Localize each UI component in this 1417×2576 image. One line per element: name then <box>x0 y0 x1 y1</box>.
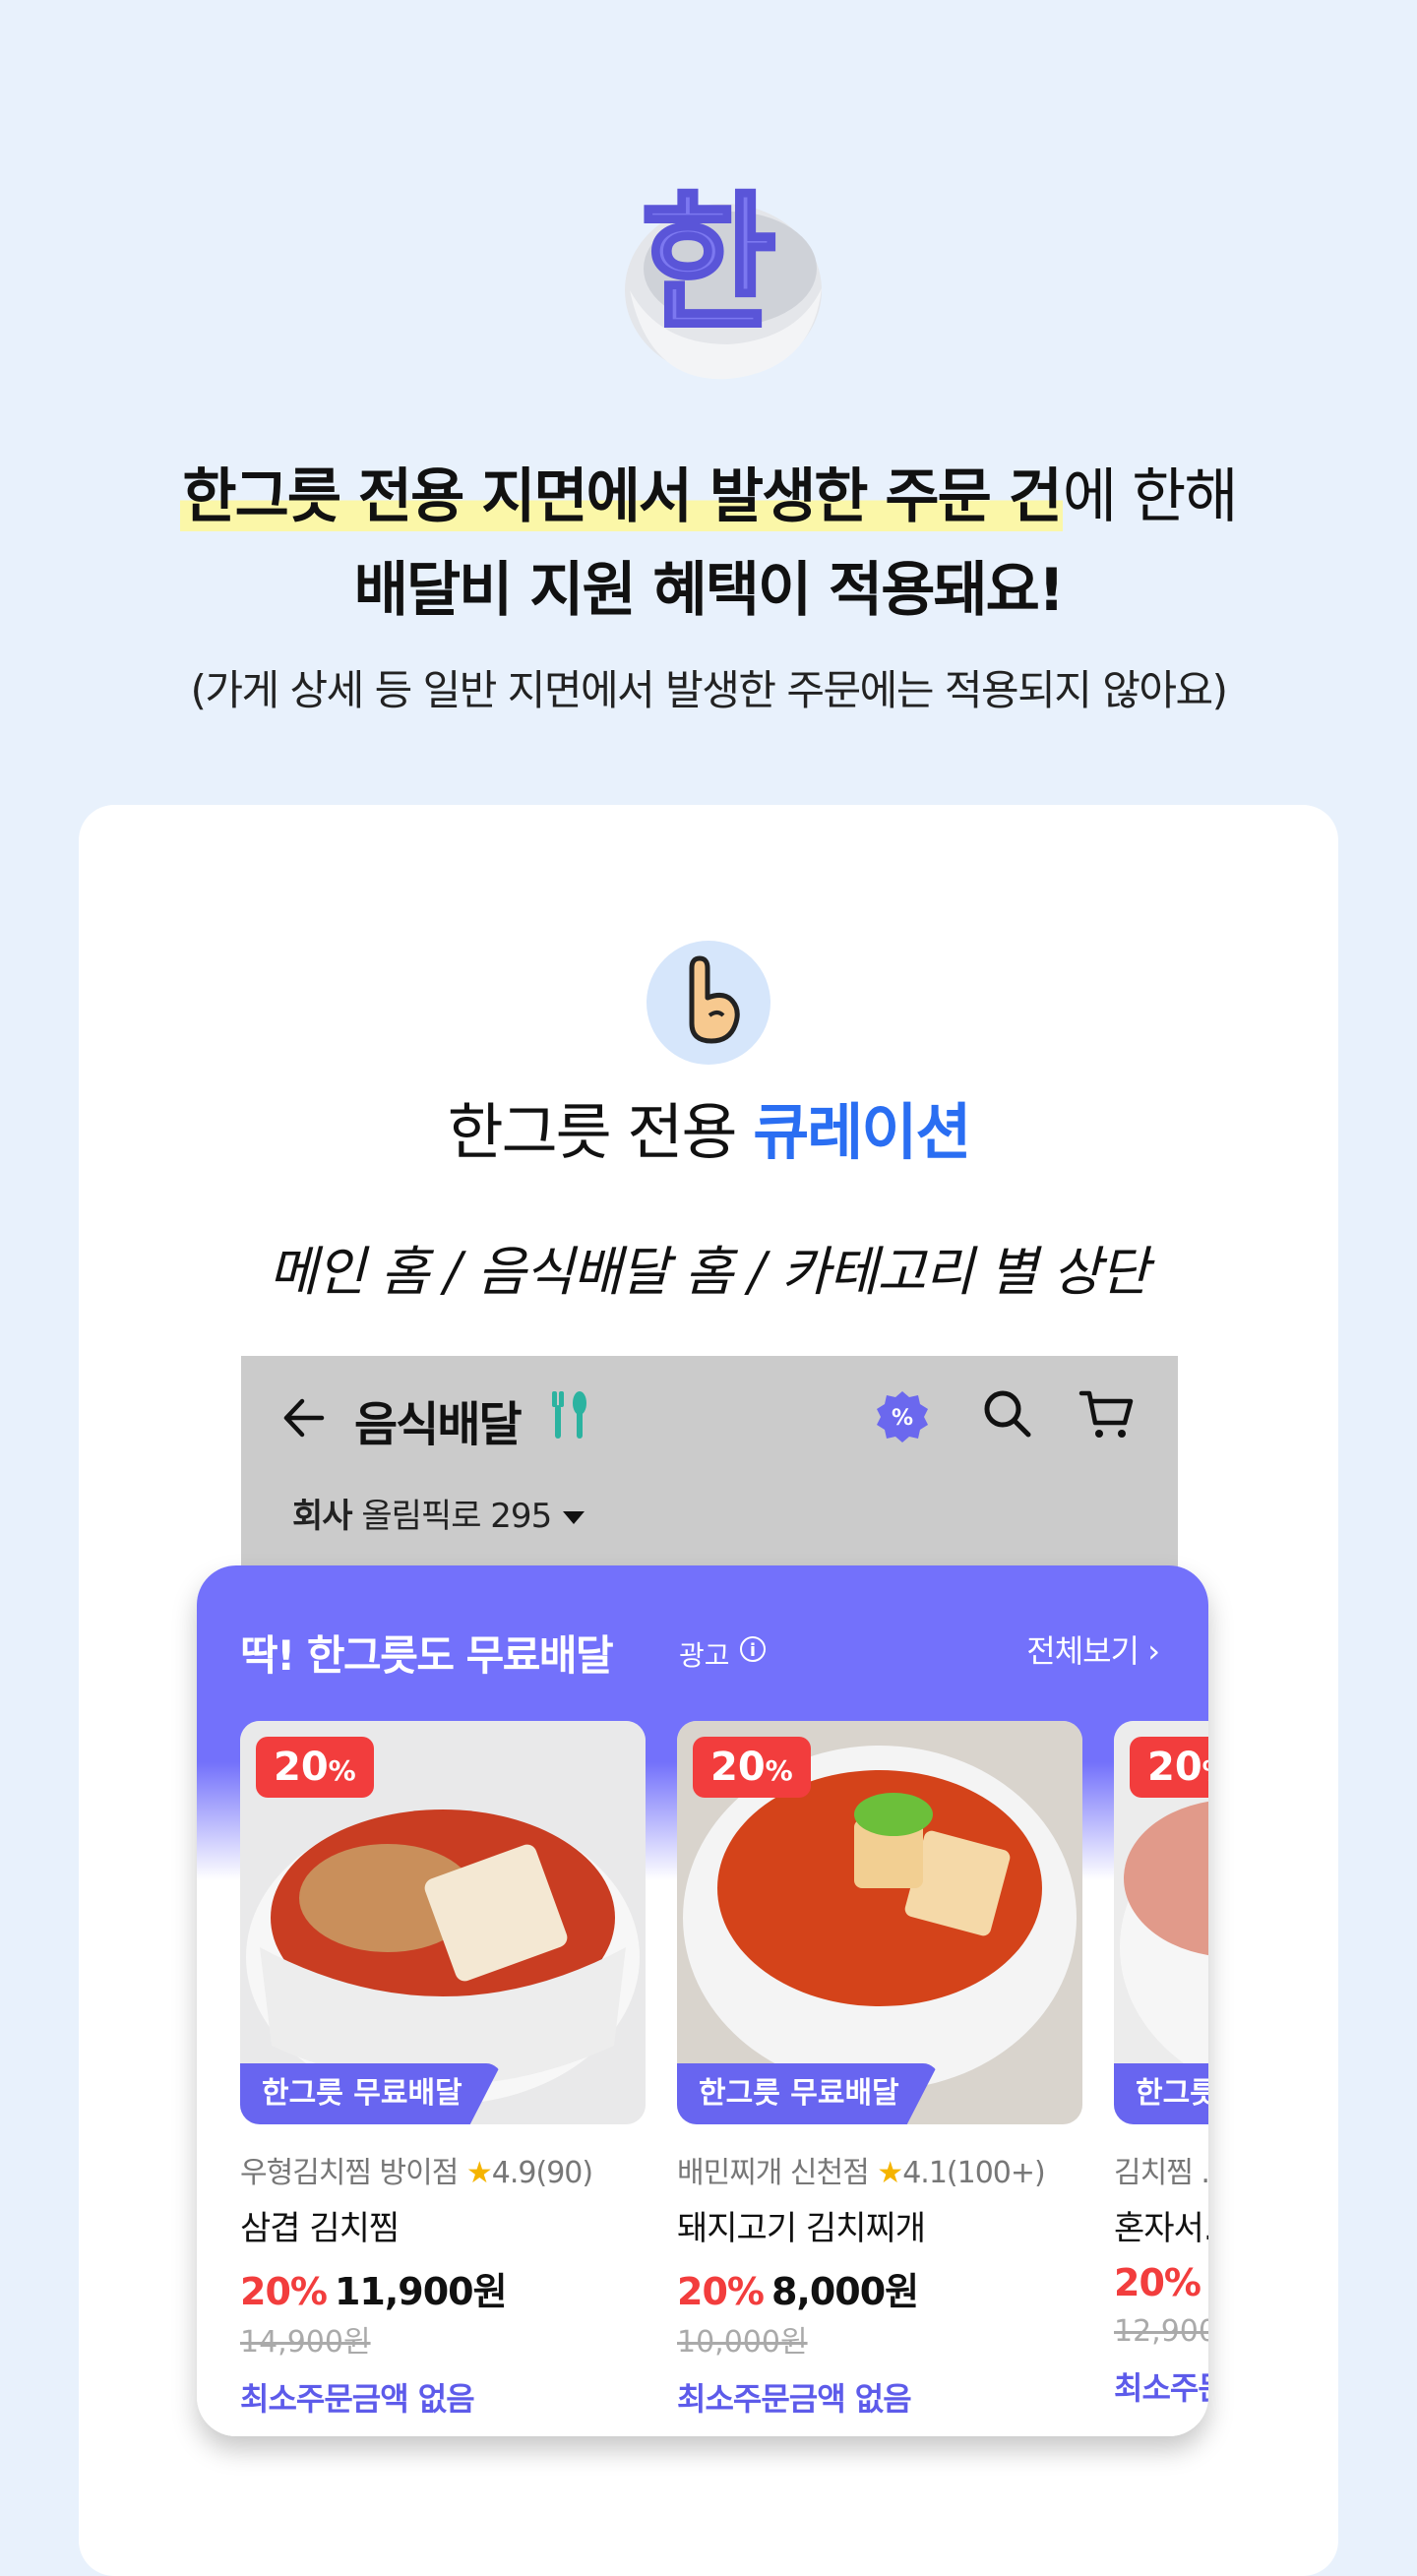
product-card[interactable]: 20% 한그릇 무료배달 김치찜 ... 혼자서... 20% 12,900원 … <box>1114 1721 1208 2409</box>
price: 20% <box>1114 2261 1201 2304</box>
address-selector[interactable]: 회사 올림픽로 295 <box>292 1489 585 1537</box>
product-image: 20% 한그릇 무료배달 <box>677 1721 1082 2124</box>
placement-locations: 메인 홈 / 음식배달 홈 / 카테고리 별 상단 <box>269 1241 1149 1303</box>
hero-icon-char: 한 <box>641 179 776 350</box>
caret-down-icon <box>563 1511 585 1524</box>
discount-badge: 20% <box>256 1737 374 1798</box>
card-title-highlight: 큐레이션 <box>753 1096 971 1168</box>
hangeureut-bowl-icon: 한 <box>625 177 822 380</box>
address-label: 회사 <box>292 1497 353 1536</box>
price: 20% 11,900원 <box>240 2270 508 2313</box>
discount-badge: 20% <box>1130 1737 1208 1798</box>
subnote: (가게 상세 등 일반 지면에서 발생한 주문에는 적용되지 않아요) <box>190 666 1228 714</box>
see-all-link[interactable]: 전체보기 › <box>1026 1626 1160 1672</box>
fork-spoon-icon <box>552 1391 586 1439</box>
original-price: 10,000원 <box>677 2325 808 2360</box>
headline-rest: 에 한해 <box>1062 462 1239 531</box>
store-name: 김치찜 ... <box>1114 2156 1208 2190</box>
cart-icon[interactable] <box>1078 1385 1137 1444</box>
info-icon[interactable]: i <box>740 1636 766 1662</box>
price: 20% 8,000원 <box>677 2270 919 2313</box>
free-delivery-tag: 한그릇 무료배달 <box>677 2063 939 2124</box>
star-icon: ★ <box>877 2156 903 2190</box>
headline-line2: 배달비 지원 혜택이 적용돼요! <box>353 556 1065 625</box>
product-card[interactable]: 20% 한그릇 무료배달 배민찌개 신천점 ★4.1(100+) 돼지고기 김치… <box>677 1721 1082 2420</box>
product-image: 20% 한그릇 무료배달 <box>1114 1721 1208 2124</box>
headline: 한그릇 전용 지면에서 발생한 주문 건에 한해 배달비 지원 혜택이 적용돼요… <box>0 451 1417 638</box>
curation-card: 한그릇 전용 큐레이션 메인 홈 / 음식배달 홈 / 카테고리 별 상단 음식… <box>79 805 1338 2576</box>
free-delivery-tag: 한그릇 무료배달 <box>1114 2063 1208 2124</box>
search-icon[interactable] <box>979 1385 1034 1441</box>
product-card[interactable]: 20% 한그릇 무료배달 우형김치찜 방이점 ★4.9(90) 삼겹 김치찜 2… <box>240 1721 646 2420</box>
store-name: 우형김치찜 방이점 ★4.9(90) <box>240 2156 593 2190</box>
original-price: 12,900원 <box>1114 2314 1208 2349</box>
menu-name: 돼지고기 김치찌개 <box>677 2209 926 2248</box>
discount-badge: 20% <box>693 1737 811 1798</box>
pointing-hand-icon <box>647 941 770 1065</box>
min-order-note: 최소주문금액 없음 <box>240 2380 475 2418</box>
menu-name: 혼자서... <box>1114 2209 1208 2248</box>
card-title-prefix: 한그릇 전용 <box>447 1096 738 1168</box>
store-name: 배민찌개 신천점 ★4.1(100+) <box>677 2156 1046 2190</box>
menu-name: 삼겹 김치찜 <box>240 2209 400 2248</box>
coupon-badge-icon[interactable]: % <box>873 1387 932 1446</box>
back-arrow-icon[interactable] <box>280 1395 326 1441</box>
headline-highlight: 한그릇 전용 지면에서 발생한 주문 건 <box>180 462 1063 531</box>
original-price: 14,900원 <box>240 2325 371 2360</box>
ad-label: 광고 <box>679 1639 730 1672</box>
free-delivery-tag: 한그릇 무료배달 <box>240 2063 502 2124</box>
star-icon: ★ <box>465 2156 493 2190</box>
card-title: 한그릇 전용 큐레이션 <box>79 1082 1338 1171</box>
min-order-note: 최소주문금액 없음 <box>1114 2369 1208 2407</box>
app-mock-header: 음식배달 % 회사 올림픽로 295 <box>241 1356 1178 1582</box>
mock-page-title: 음식배달 <box>354 1397 523 1452</box>
panel-title: 딱! 한그릇도 무료배달 <box>240 1631 614 1680</box>
address-value: 올림픽로 295 <box>361 1497 552 1536</box>
svg-text:%: % <box>892 1406 913 1431</box>
free-delivery-panel: 딱! 한그릇도 무료배달 광고 i 전체보기 › 20% 한그릇 무료배달 우형… <box>197 1565 1208 2436</box>
product-image: 20% 한그릇 무료배달 <box>240 1721 646 2124</box>
min-order-note: 최소주문금액 없음 <box>677 2380 912 2418</box>
